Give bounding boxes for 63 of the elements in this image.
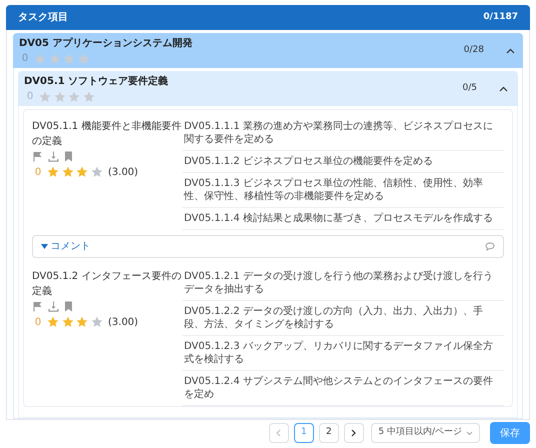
star-rating[interactable] bbox=[34, 52, 90, 64]
star-icon[interactable] bbox=[82, 90, 94, 102]
caret-down-icon bbox=[41, 244, 48, 249]
next-page-button[interactable] bbox=[344, 423, 364, 443]
score-text: 0 bbox=[20, 52, 30, 66]
star-rating[interactable] bbox=[39, 90, 94, 102]
chevron-up-icon[interactable] bbox=[506, 48, 515, 54]
task-text: DV05.1.1.4 検討結果と成果物に基づき、プロセスモデルを作成する bbox=[182, 208, 504, 230]
star-icon[interactable] bbox=[63, 52, 75, 64]
task-text: DV05.1.1.1 業務の進め方や業務同士の連携等、ビジネスプロセスに関する要件を定める bbox=[182, 116, 504, 151]
task-text: DV05.1.1.2 ビジネスプロセス単位の機能要件を定める bbox=[182, 151, 504, 173]
star-icon[interactable] bbox=[68, 90, 80, 102]
chevron-up-icon[interactable] bbox=[499, 86, 508, 92]
star-icon[interactable] bbox=[54, 90, 66, 102]
task-text: DV05.1.2.2 データの受け渡しの方向（入力、出力、入出力）、手段、方法、タイミングを検討する bbox=[182, 301, 504, 336]
star-icon[interactable] bbox=[62, 166, 74, 178]
count-text: 0/28 bbox=[464, 44, 484, 58]
task-text: DV05.1.2.4 サブシステム間や他システムとのインタフェースの要件を定め bbox=[182, 371, 504, 406]
flag-icon[interactable] bbox=[32, 301, 43, 312]
chevron-down-icon bbox=[466, 430, 473, 436]
star-icon[interactable] bbox=[90, 166, 102, 178]
star-icon[interactable] bbox=[78, 52, 90, 64]
panel-title: タスク項目 bbox=[18, 11, 68, 25]
star-icon[interactable] bbox=[76, 316, 88, 328]
task-text: DV05.1.2.3 バックアップ、リカバリに関するデータファイル保全方式を検討する bbox=[182, 336, 504, 371]
download-icon[interactable] bbox=[48, 301, 59, 312]
star-icon[interactable] bbox=[76, 166, 88, 178]
speech-bubble-icon[interactable] bbox=[485, 242, 495, 251]
subgroup-header[interactable]: DV05.1 ソフトウェア要件定義 0 0/5 bbox=[18, 71, 518, 106]
star-icon[interactable] bbox=[62, 316, 74, 328]
star-rating[interactable] bbox=[47, 166, 102, 178]
comment-label: コメント bbox=[50, 240, 90, 254]
download-icon[interactable] bbox=[48, 151, 59, 162]
bookmark-icon[interactable] bbox=[64, 151, 73, 162]
average-text: (3.00) bbox=[108, 316, 138, 330]
star-icon[interactable] bbox=[90, 316, 102, 328]
score-text: 0 bbox=[34, 316, 42, 330]
star-icon[interactable] bbox=[47, 316, 59, 328]
item-title: DV05.1.2 インタフェース要件の定義 bbox=[32, 270, 182, 298]
star-icon[interactable] bbox=[48, 52, 60, 64]
chevron-right-icon bbox=[351, 429, 356, 437]
group-title: DV05 アプリケーションシステム開発 bbox=[19, 36, 192, 51]
task-text: DV05.1.2.1 データの受け渡しを行う他の業務および受け渡しを行うデータを抽出する bbox=[182, 266, 504, 301]
subgroup-title: DV05.1 ソフトウェア要件定義 bbox=[24, 74, 168, 89]
bookmark-icon[interactable] bbox=[64, 301, 73, 312]
score-text: 0 bbox=[26, 90, 34, 104]
average-text: (3.00) bbox=[108, 166, 138, 180]
chevron-left-icon bbox=[276, 429, 282, 437]
task-text: DV05.1.1.3 ビジネスプロセス単位の性能、信頼性、使用性、効率性、保守性、移植性等の非機能要件を定める bbox=[182, 173, 504, 208]
item-title: DV05.1.1 機能要件と非機能要件の定義 bbox=[32, 120, 182, 148]
group-header[interactable]: DV05 アプリケーションシステム開発 0 0/28 bbox=[13, 33, 523, 68]
star-icon[interactable] bbox=[34, 52, 46, 64]
comment-bar[interactable]: コメント bbox=[32, 235, 504, 258]
count-text: 0/1187 bbox=[483, 10, 518, 24]
page-button[interactable]: 2 bbox=[318, 423, 339, 443]
flag-icon[interactable] bbox=[32, 151, 43, 162]
page-size-text: 5 中項目以内/ページ bbox=[378, 426, 462, 440]
page-size-select[interactable]: 5 中項目以内/ページ bbox=[371, 423, 480, 443]
star-rating[interactable] bbox=[47, 316, 102, 328]
star-icon[interactable] bbox=[47, 166, 59, 178]
score-text: 0 bbox=[34, 166, 42, 180]
count-text: 0/5 bbox=[462, 82, 477, 96]
star-icon[interactable] bbox=[39, 90, 51, 102]
